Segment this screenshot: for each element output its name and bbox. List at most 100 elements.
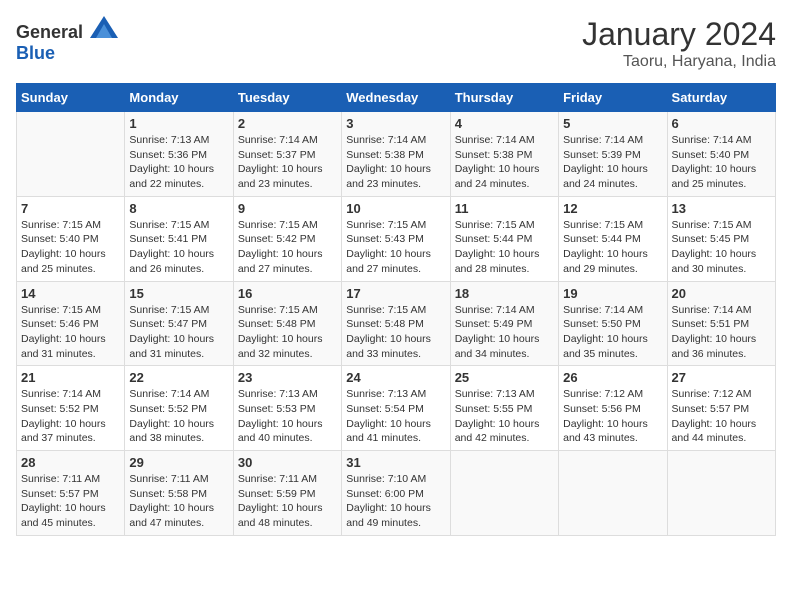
day-number: 22	[129, 370, 228, 385]
calendar-cell: 26 Sunrise: 7:12 AMSunset: 5:56 PMDayligh…	[559, 366, 667, 451]
cell-content: Sunrise: 7:10 AMSunset: 6:00 PMDaylight:…	[346, 472, 445, 531]
calendar-cell: 17 Sunrise: 7:15 AMSunset: 5:48 PMDayligh…	[342, 281, 450, 366]
calendar-cell: 16Sunrise: 7:15 AMSunset: 5:48 PMDayligh…	[233, 281, 341, 366]
page-header: General Blue January 2024 Taoru, Haryana…	[16, 16, 776, 71]
cell-content: Sunrise: 7:11 AMSunset: 5:57 PMDaylight:…	[21, 472, 120, 531]
cell-content: Sunrise: 7:14 AMSunset: 5:50 PMDaylight:…	[563, 303, 662, 362]
calendar-cell: 6 Sunrise: 7:14 AMSunset: 5:40 PMDaylight…	[667, 112, 775, 197]
calendar-cell: 27Sunrise: 7:12 AMSunset: 5:57 PMDayligh…	[667, 366, 775, 451]
week-row-3: 14 Sunrise: 7:15 AMSunset: 5:46 PMDayligh…	[17, 281, 776, 366]
cell-content: Sunrise: 7:14 AMSunset: 5:52 PMDaylight:…	[129, 387, 228, 446]
logo-icon	[90, 16, 118, 38]
calendar-cell: 31 Sunrise: 7:10 AMSunset: 6:00 PMDayligh…	[342, 451, 450, 536]
cell-content: Sunrise: 7:14 AMSunset: 5:51 PMDaylight:…	[672, 303, 771, 362]
week-row-5: 28Sunrise: 7:11 AMSunset: 5:57 PMDayligh…	[17, 451, 776, 536]
day-number: 18	[455, 286, 554, 301]
cell-content: Sunrise: 7:14 AMSunset: 5:39 PMDaylight:…	[563, 133, 662, 192]
calendar-cell: 15Sunrise: 7:15 AMSunset: 5:47 PMDayligh…	[125, 281, 233, 366]
cell-content: Sunrise: 7:15 AMSunset: 5:41 PMDaylight:…	[129, 218, 228, 277]
calendar-cell: 19 Sunrise: 7:14 AMSunset: 5:50 PMDayligh…	[559, 281, 667, 366]
header-cell-monday: Monday	[125, 84, 233, 112]
day-number: 6	[672, 116, 771, 131]
page-subtitle: Taoru, Haryana, India	[582, 53, 776, 71]
calendar-cell: 13 Sunrise: 7:15 AMSunset: 5:45 PMDayligh…	[667, 196, 775, 281]
cell-content: Sunrise: 7:15 AMSunset: 5:48 PMDaylight:…	[346, 303, 445, 362]
day-number: 3	[346, 116, 445, 131]
header-row: SundayMondayTuesdayWednesdayThursdayFrid…	[17, 84, 776, 112]
day-number: 1	[129, 116, 228, 131]
calendar-cell: 28Sunrise: 7:11 AMSunset: 5:57 PMDayligh…	[17, 451, 125, 536]
logo-general: General	[16, 22, 83, 42]
cell-content: Sunrise: 7:11 AMSunset: 5:59 PMDaylight:…	[238, 472, 337, 531]
calendar-cell: 24Sunrise: 7:13 AMSunset: 5:54 PMDayligh…	[342, 366, 450, 451]
calendar-cell: 12Sunrise: 7:15 AMSunset: 5:44 PMDayligh…	[559, 196, 667, 281]
calendar-cell: 1 Sunrise: 7:13 AMSunset: 5:36 PMDaylight…	[125, 112, 233, 197]
calendar-cell	[450, 451, 558, 536]
cell-content: Sunrise: 7:15 AMSunset: 5:48 PMDaylight:…	[238, 303, 337, 362]
day-number: 20	[672, 286, 771, 301]
week-row-2: 7Sunrise: 7:15 AMSunset: 5:40 PMDaylight…	[17, 196, 776, 281]
day-number: 19	[563, 286, 662, 301]
day-number: 4	[455, 116, 554, 131]
day-number: 2	[238, 116, 337, 131]
day-number: 26	[563, 370, 662, 385]
calendar-cell: 4 Sunrise: 7:14 AMSunset: 5:38 PMDaylight…	[450, 112, 558, 197]
calendar-cell: 3 Sunrise: 7:14 AMSunset: 5:38 PMDaylight…	[342, 112, 450, 197]
day-number: 10	[346, 201, 445, 216]
calendar-cell: 14 Sunrise: 7:15 AMSunset: 5:46 PMDayligh…	[17, 281, 125, 366]
calendar-cell: 23 Sunrise: 7:13 AMSunset: 5:53 PMDayligh…	[233, 366, 341, 451]
header-cell-tuesday: Tuesday	[233, 84, 341, 112]
calendar-cell: 11Sunrise: 7:15 AMSunset: 5:44 PMDayligh…	[450, 196, 558, 281]
cell-content: Sunrise: 7:15 AMSunset: 5:42 PMDaylight:…	[238, 218, 337, 277]
cell-content: Sunrise: 7:15 AMSunset: 5:45 PMDaylight:…	[672, 218, 771, 277]
day-number: 13	[672, 201, 771, 216]
cell-content: Sunrise: 7:13 AMSunset: 5:36 PMDaylight:…	[129, 133, 228, 192]
page-title: January 2024	[582, 16, 776, 53]
cell-content: Sunrise: 7:14 AMSunset: 5:49 PMDaylight:…	[455, 303, 554, 362]
cell-content: Sunrise: 7:15 AMSunset: 5:47 PMDaylight:…	[129, 303, 228, 362]
title-block: January 2024 Taoru, Haryana, India	[582, 16, 776, 71]
week-row-1: 1 Sunrise: 7:13 AMSunset: 5:36 PMDaylight…	[17, 112, 776, 197]
cell-content: Sunrise: 7:13 AMSunset: 5:53 PMDaylight:…	[238, 387, 337, 446]
calendar-cell: 29Sunrise: 7:11 AMSunset: 5:58 PMDayligh…	[125, 451, 233, 536]
day-number: 8	[129, 201, 228, 216]
day-number: 12	[563, 201, 662, 216]
cell-content: Sunrise: 7:15 AMSunset: 5:43 PMDaylight:…	[346, 218, 445, 277]
cell-content: Sunrise: 7:14 AMSunset: 5:38 PMDaylight:…	[455, 133, 554, 192]
day-number: 14	[21, 286, 120, 301]
day-number: 31	[346, 455, 445, 470]
day-number: 17	[346, 286, 445, 301]
calendar-cell: 10 Sunrise: 7:15 AMSunset: 5:43 PMDayligh…	[342, 196, 450, 281]
cell-content: Sunrise: 7:14 AMSunset: 5:40 PMDaylight:…	[672, 133, 771, 192]
day-number: 9	[238, 201, 337, 216]
logo-text: General Blue	[16, 16, 118, 64]
logo: General Blue	[16, 16, 118, 64]
calendar-cell: 20 Sunrise: 7:14 AMSunset: 5:51 PMDayligh…	[667, 281, 775, 366]
cell-content: Sunrise: 7:15 AMSunset: 5:40 PMDaylight:…	[21, 218, 120, 277]
day-number: 30	[238, 455, 337, 470]
cell-content: Sunrise: 7:15 AMSunset: 5:46 PMDaylight:…	[21, 303, 120, 362]
header-cell-wednesday: Wednesday	[342, 84, 450, 112]
header-cell-friday: Friday	[559, 84, 667, 112]
calendar-cell: 22 Sunrise: 7:14 AMSunset: 5:52 PMDayligh…	[125, 366, 233, 451]
day-number: 11	[455, 201, 554, 216]
day-number: 25	[455, 370, 554, 385]
cell-content: Sunrise: 7:14 AMSunset: 5:38 PMDaylight:…	[346, 133, 445, 192]
week-row-4: 21 Sunrise: 7:14 AMSunset: 5:52 PMDayligh…	[17, 366, 776, 451]
cell-content: Sunrise: 7:13 AMSunset: 5:55 PMDaylight:…	[455, 387, 554, 446]
calendar-cell: 5 Sunrise: 7:14 AMSunset: 5:39 PMDaylight…	[559, 112, 667, 197]
day-number: 29	[129, 455, 228, 470]
logo-blue: Blue	[16, 43, 55, 63]
header-cell-sunday: Sunday	[17, 84, 125, 112]
cell-content: Sunrise: 7:12 AMSunset: 5:56 PMDaylight:…	[563, 387, 662, 446]
day-number: 5	[563, 116, 662, 131]
calendar-cell: 9 Sunrise: 7:15 AMSunset: 5:42 PMDaylight…	[233, 196, 341, 281]
day-number: 27	[672, 370, 771, 385]
calendar-cell: 2Sunrise: 7:14 AMSunset: 5:37 PMDaylight…	[233, 112, 341, 197]
calendar-cell: 18 Sunrise: 7:14 AMSunset: 5:49 PMDayligh…	[450, 281, 558, 366]
calendar-cell	[17, 112, 125, 197]
day-number: 21	[21, 370, 120, 385]
day-number: 23	[238, 370, 337, 385]
calendar-cell	[667, 451, 775, 536]
cell-content: Sunrise: 7:13 AMSunset: 5:54 PMDaylight:…	[346, 387, 445, 446]
